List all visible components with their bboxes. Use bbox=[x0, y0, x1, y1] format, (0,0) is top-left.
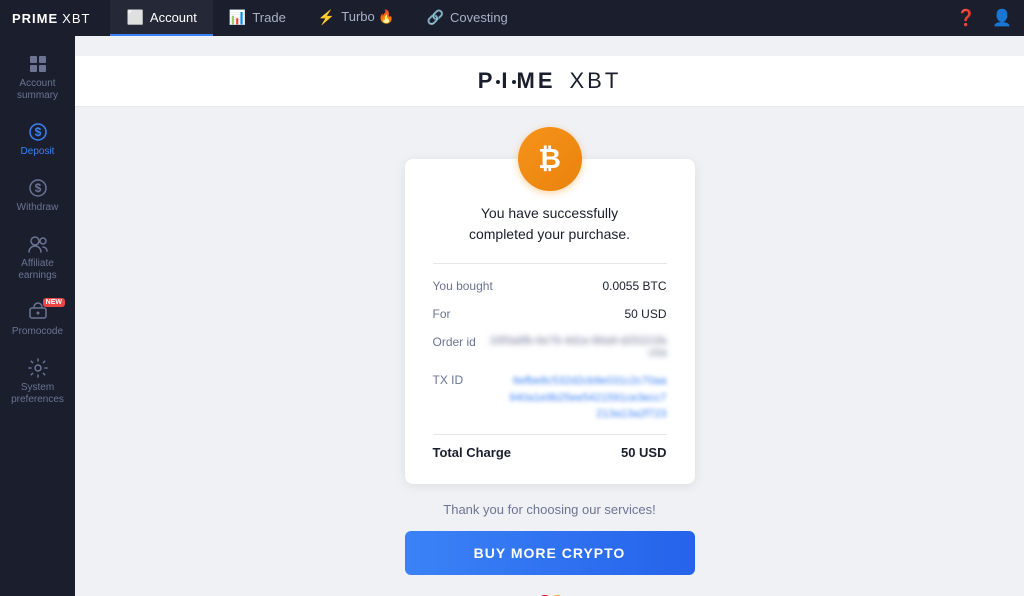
system-preferences-icon bbox=[28, 358, 48, 378]
btc-symbol: ₿ bbox=[538, 143, 561, 175]
new-badge: new bbox=[43, 298, 65, 307]
main-content: PIME XBT ₿ You have successfully complet… bbox=[75, 36, 1024, 596]
receipt-card: You have successfully completed your pur… bbox=[405, 159, 695, 484]
turbo-tab-icon: ⚡ bbox=[318, 9, 335, 26]
logo: PRIME XBT bbox=[12, 11, 90, 26]
tab-turbo[interactable]: ⚡ Turbo 🔥 bbox=[302, 0, 411, 36]
user-icon[interactable]: 👤 bbox=[992, 8, 1012, 28]
sidebar-item-affiliate[interactable]: Affiliateearnings bbox=[0, 224, 75, 292]
tab-covesting[interactable]: 🔗 Covesting bbox=[411, 0, 524, 36]
deposit-icon: $ bbox=[28, 122, 48, 142]
bought-label: You bought bbox=[433, 279, 493, 293]
orderid-value: 33f3a6fb-6e76-4d1e-86a9-d25221fac0a bbox=[487, 335, 667, 359]
sidebar-item-withdraw[interactable]: $ Withdraw bbox=[0, 168, 75, 224]
buy-more-crypto-button[interactable]: BUY MORE CRYPTO bbox=[405, 531, 695, 575]
svg-text:$: $ bbox=[34, 181, 41, 195]
total-label: Total Charge bbox=[433, 445, 512, 460]
txid-value: 6efbe8c532d2cb9e031c2c70aa940a1e9b25ee54… bbox=[509, 373, 666, 423]
top-navigation: PRIME XBT ⬜ Account 📊 Trade ⚡ Turbo 🔥 🔗 … bbox=[0, 0, 1024, 36]
for-label: For bbox=[433, 307, 451, 321]
tab-account-label: Account bbox=[150, 10, 197, 25]
receipt-row-orderid: Order id 33f3a6fb-6e76-4d1e-86a9-d25221f… bbox=[433, 328, 667, 366]
tab-turbo-label: Turbo 🔥 bbox=[341, 9, 394, 25]
receipt-row-for: For 50 USD bbox=[433, 300, 667, 328]
sidebar-item-promocode-label: Promocode bbox=[12, 326, 63, 338]
covesting-tab-icon: 🔗 bbox=[427, 9, 444, 26]
txid-label: TX ID bbox=[433, 373, 464, 387]
logo-xbt: XBT bbox=[62, 11, 90, 26]
main-layout: Accountsummary $ Deposit $ Withdraw bbox=[0, 36, 1024, 596]
nav-right-controls: ❓ 👤 bbox=[956, 8, 1012, 28]
tab-trade[interactable]: 📊 Trade bbox=[213, 0, 302, 36]
sidebar-item-withdraw-label: Withdraw bbox=[17, 202, 59, 214]
help-icon[interactable]: ❓ bbox=[956, 8, 976, 28]
divider-top bbox=[433, 263, 667, 264]
sidebar-item-system-preferences[interactable]: Systempreferences bbox=[0, 348, 75, 416]
receipt-wrapper: ₿ You have successfully completed your p… bbox=[75, 127, 1024, 596]
logo-prime: PRIME bbox=[12, 11, 58, 26]
account-summary-icon bbox=[28, 54, 48, 74]
account-tab-icon: ⬜ bbox=[126, 9, 143, 26]
content-header: PIME XBT bbox=[75, 56, 1024, 107]
brand-xbt: XBT bbox=[570, 68, 622, 94]
brand-prime: PIME bbox=[478, 68, 556, 94]
svg-text:$: $ bbox=[34, 125, 41, 139]
sidebar-item-deposit-label: Deposit bbox=[21, 146, 55, 158]
withdraw-icon: $ bbox=[28, 178, 48, 198]
sidebar-item-account-summary-label: Accountsummary bbox=[17, 78, 58, 102]
sidebar: Accountsummary $ Deposit $ Withdraw bbox=[0, 36, 75, 596]
tab-account[interactable]: ⬜ Account bbox=[110, 0, 212, 36]
thank-you-text: Thank you for choosing our services! bbox=[443, 502, 655, 517]
tab-trade-label: Trade bbox=[252, 10, 285, 25]
success-message: You have successfully completed your pur… bbox=[433, 203, 667, 245]
bought-value: 0.0055 BTC bbox=[602, 279, 666, 293]
btc-icon: ₿ bbox=[518, 127, 582, 191]
trade-tab-icon: 📊 bbox=[229, 9, 246, 26]
brand-title: PIME XBT bbox=[478, 68, 622, 94]
for-value: 50 USD bbox=[624, 307, 666, 321]
total-value: 50 USD bbox=[621, 445, 667, 460]
tab-covesting-label: Covesting bbox=[450, 10, 508, 25]
receipt-row-bought: You bought 0.0055 BTC bbox=[433, 272, 667, 300]
receipt-row-txid: TX ID 6efbe8c532d2cb9e031c2c70aa940a1e9b… bbox=[433, 366, 667, 430]
sidebar-item-deposit[interactable]: $ Deposit bbox=[0, 112, 75, 168]
nav-tabs: ⬜ Account 📊 Trade ⚡ Turbo 🔥 🔗 Covesting bbox=[110, 0, 956, 36]
receipt-total-row: Total Charge 50 USD bbox=[433, 434, 667, 464]
affiliate-icon bbox=[27, 234, 49, 254]
sidebar-item-account-summary[interactable]: Accountsummary bbox=[0, 44, 75, 112]
sidebar-item-system-prefs-label: Systempreferences bbox=[11, 382, 64, 406]
sidebar-item-promocode[interactable]: new Promocode bbox=[0, 292, 75, 348]
sidebar-item-affiliate-label: Affiliateearnings bbox=[18, 258, 56, 282]
orderid-label: Order id bbox=[433, 335, 476, 349]
